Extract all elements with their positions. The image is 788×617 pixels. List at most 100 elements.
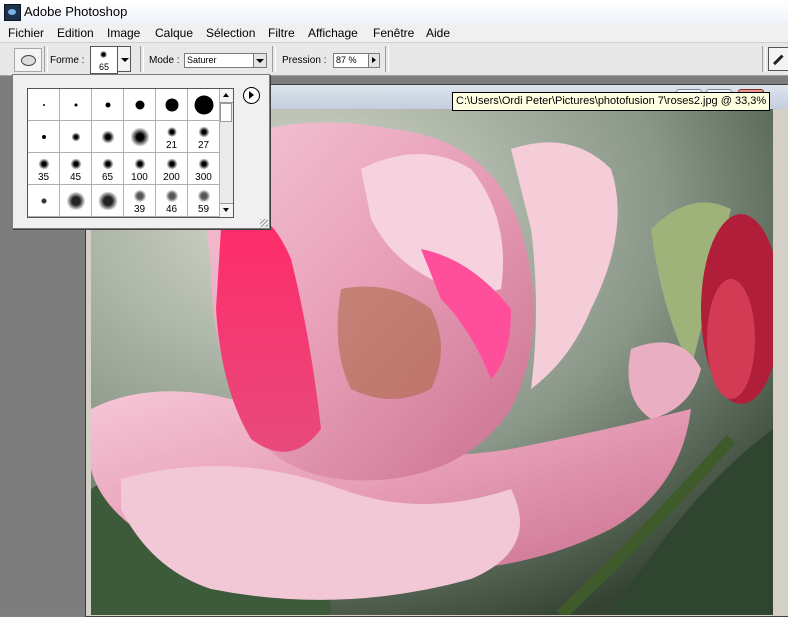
spray-brush-icon	[132, 189, 147, 202]
scroll-thumb[interactable]	[220, 103, 232, 122]
brush-tip-icon	[74, 103, 77, 106]
menu-edition[interactable]: Edition	[53, 25, 98, 41]
menu-calque[interactable]: Calque	[151, 25, 197, 41]
menu-selection[interactable]: Sélection	[202, 25, 259, 41]
brush-preset[interactable]	[92, 185, 124, 217]
brush-size-label: 59	[197, 204, 210, 215]
brush-preset[interactable]	[124, 89, 156, 121]
separator	[385, 46, 389, 72]
separator	[140, 46, 144, 72]
brush-preset[interactable]: 300	[188, 153, 220, 185]
brush-preset[interactable]: 46	[156, 185, 188, 217]
mode-label: Mode :	[149, 55, 180, 66]
brush-tip-icon	[101, 130, 114, 143]
brush-tip-icon	[198, 158, 209, 170]
separator	[272, 46, 276, 72]
separator	[44, 46, 48, 72]
window-title: Adobe Photoshop	[24, 4, 128, 19]
brush-preset[interactable]: 59	[188, 185, 220, 217]
brush-tip-icon	[166, 158, 177, 170]
pressure-field[interactable]: 87 %	[333, 53, 380, 68]
brush-preset[interactable]	[28, 89, 60, 121]
brush-size-label: 46	[165, 204, 178, 215]
brush-tip-icon	[134, 158, 145, 170]
spray-brush-icon	[164, 189, 179, 202]
brush-preset[interactable]: 21	[156, 121, 188, 153]
brush-tip-icon	[198, 126, 209, 138]
brush-preset[interactable]: 200	[156, 153, 188, 185]
brush-preset[interactable]	[60, 185, 92, 217]
resize-grip-icon[interactable]	[260, 219, 268, 227]
menu-affichage[interactable]: Affichage	[304, 25, 362, 41]
brush-size-label: 27	[197, 140, 210, 151]
menu-filtre[interactable]: Filtre	[264, 25, 299, 41]
brush-preset[interactable]: 100	[124, 153, 156, 185]
document-path-tooltip: C:\Users\Ordi Peter\Pictures\photofusion…	[452, 92, 771, 111]
brush-size-label: 35	[37, 172, 50, 183]
brush-size-label: 21	[165, 140, 178, 151]
brush-picker-dropdown-button[interactable]	[117, 46, 131, 72]
brush-preset[interactable]: 35	[28, 153, 60, 185]
brush-size-label: 300	[195, 172, 212, 183]
spray-brush-icon	[37, 194, 50, 207]
brush-size-label: 39	[133, 204, 146, 215]
forme-label: Forme :	[50, 55, 85, 66]
brush-size-label: 65	[98, 62, 109, 72]
brush-grid-scrollbar[interactable]	[220, 88, 234, 218]
brush-size-label: 45	[69, 172, 82, 183]
chevron-down-icon[interactable]	[253, 54, 266, 67]
airbrush-toggle-button[interactable]	[768, 47, 788, 71]
brush-tip-icon	[130, 127, 149, 146]
separator	[762, 46, 766, 72]
brush-preset[interactable]	[188, 89, 220, 121]
brush-preset[interactable]	[92, 121, 124, 153]
brush-tip-icon	[41, 134, 46, 139]
brush-size-label: 200	[163, 172, 180, 183]
tool-preset-button[interactable]	[14, 48, 42, 72]
panel-menu-arrow-icon[interactable]	[243, 87, 260, 104]
menu-aide[interactable]: Aide	[422, 25, 454, 41]
brush-preset[interactable]: 45	[60, 153, 92, 185]
spray-brush-icon	[96, 191, 119, 210]
brush-preset[interactable]: 39	[124, 185, 156, 217]
brush-picker-panel: 21 27 35 45 65 100 200 300 39 46 59	[12, 74, 270, 229]
brush-preset[interactable]	[28, 121, 60, 153]
brush-preset[interactable]	[28, 185, 60, 217]
photoshop-eye-icon[interactable]	[4, 4, 21, 21]
brush-preset[interactable]	[60, 89, 92, 121]
brush-tip-icon	[38, 158, 49, 170]
menu-bar: Fichier Edition Image Calque Sélection F…	[0, 24, 788, 43]
scroll-down-arrow-icon[interactable]	[220, 203, 233, 217]
brush-preset[interactable]: 27	[188, 121, 220, 153]
mode-value: Saturer	[187, 55, 217, 65]
brush-tip-icon	[70, 158, 81, 170]
brush-preset[interactable]: 65	[92, 153, 124, 185]
mode-select[interactable]: Saturer	[184, 53, 267, 68]
menu-image[interactable]: Image	[103, 25, 144, 41]
pressure-slider-arrow[interactable]	[368, 54, 379, 67]
brush-preset[interactable]	[60, 121, 92, 153]
brush-tip-icon	[165, 98, 178, 111]
brush-tip-icon	[194, 95, 213, 114]
spray-brush-icon	[196, 189, 211, 202]
brush-tip-icon	[42, 103, 45, 106]
spray-brush-icon	[65, 191, 86, 210]
brush-grid: 21 27 35 45 65 100 200 300 39 46 59	[27, 88, 221, 218]
brush-tip-icon	[135, 100, 144, 109]
brush-preview-swatch[interactable]: 65	[90, 46, 118, 74]
title-bar: Adobe Photoshop	[0, 0, 788, 25]
brush-tip-icon	[102, 158, 113, 170]
brush-preset[interactable]	[124, 121, 156, 153]
menu-fenetre[interactable]: Fenêtre	[369, 25, 418, 41]
brush-size-label: 100	[131, 172, 148, 183]
pression-label: Pression :	[282, 55, 327, 66]
brush-tip-icon	[166, 126, 177, 137]
brush-size-label: 65	[101, 172, 114, 183]
scroll-up-arrow-icon[interactable]	[220, 89, 233, 103]
brush-tip-icon	[100, 51, 107, 58]
brush-preset[interactable]	[156, 89, 188, 121]
pressure-value: 87 %	[336, 55, 357, 65]
menu-fichier[interactable]: Fichier	[4, 25, 48, 41]
brush-preset[interactable]	[92, 89, 124, 121]
brush-tip-icon	[105, 102, 110, 107]
